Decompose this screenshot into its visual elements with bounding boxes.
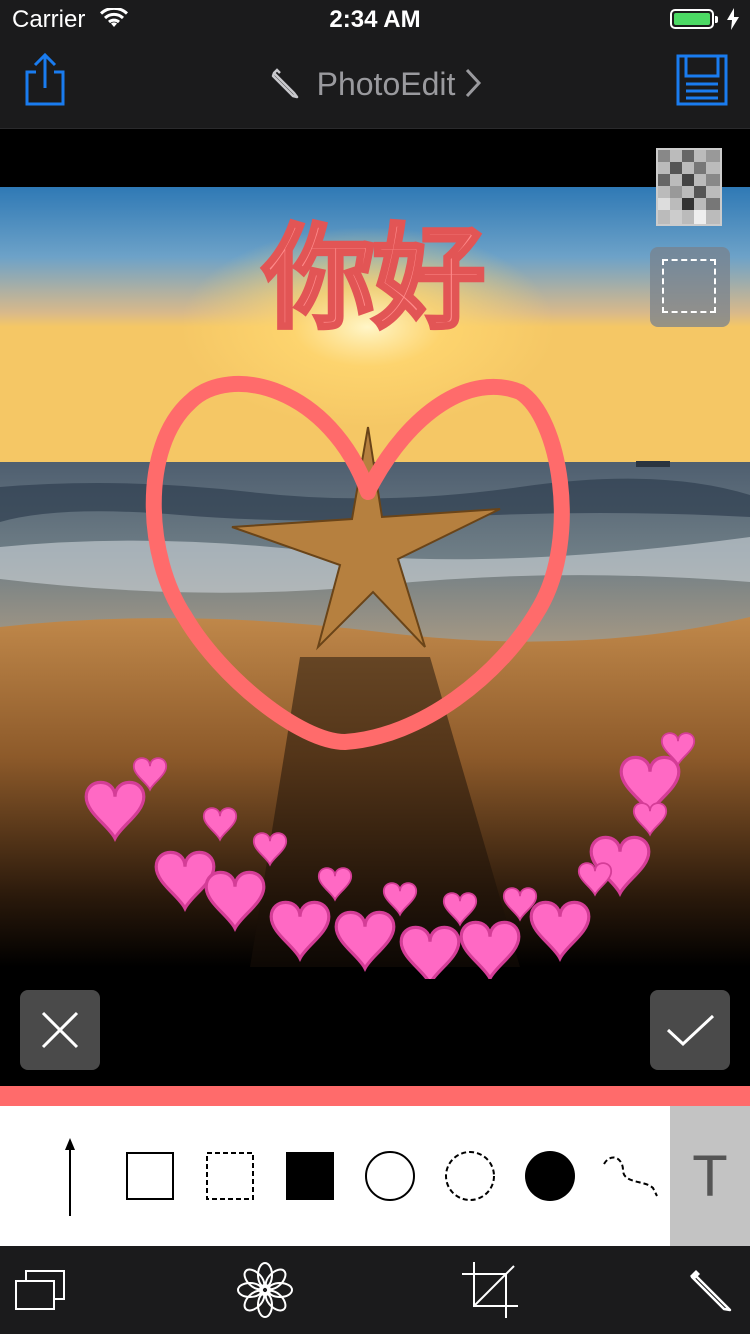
layers-icon [15,1270,65,1310]
circle-tool[interactable] [360,1106,420,1246]
drawing-tools-bar: T [0,1106,750,1246]
text-annotation[interactable]: 你好 [238,217,508,341]
crop-icon [462,1262,518,1318]
cancel-button[interactable] [20,990,100,1070]
circle-icon [365,1151,415,1201]
pink-heart-sticker [84,732,696,979]
chevron-right-icon [466,68,482,98]
heart-sticker-garland[interactable] [70,709,710,979]
tab-draw[interactable] [670,1246,750,1334]
freehand-curve-icon [603,1156,658,1197]
clock: 2:34 AM [329,6,421,33]
rectangle-tool[interactable] [120,1106,180,1246]
filled-rectangle-icon [286,1152,334,1200]
battery-icon [670,9,718,29]
photo-canvas[interactable]: 你好 [0,129,750,1086]
close-icon [41,1011,79,1049]
mosaic-tool-button[interactable] [656,148,722,226]
filter-flower-icon [237,1262,293,1318]
tab-filters[interactable] [225,1246,305,1334]
mosaic-icon [658,150,720,224]
confirm-button[interactable] [650,990,730,1070]
freehand-tool[interactable] [600,1106,660,1246]
tab-crop[interactable] [450,1246,530,1334]
pencil-edit-icon [690,1270,732,1312]
arrow-icon [65,1138,75,1216]
dashed-rectangle-icon [206,1152,254,1200]
bottom-tab-bar [0,1246,750,1334]
tab-layers[interactable] [0,1246,80,1334]
text-tool-label: T [692,1143,728,1209]
dashed-circle-icon [445,1151,495,1201]
pencil-icon [271,68,298,99]
checkmark-icon [666,1014,715,1047]
save-icon[interactable] [676,54,728,106]
selected-color-indicator[interactable] [0,1086,750,1106]
filled-rectangle-tool[interactable] [280,1106,340,1246]
dashed-circle-tool[interactable] [440,1106,500,1246]
arrow-tool[interactable] [40,1106,100,1246]
nav-title-button[interactable]: PhotoEdit [0,66,750,103]
app-title: PhotoEdit [316,66,456,102]
dashed-selection-icon [662,259,716,313]
dashed-rectangle-tool[interactable] [200,1106,260,1246]
rectangle-icon [126,1152,174,1200]
charging-bolt-icon [727,8,739,30]
text-tool[interactable]: T [670,1106,750,1246]
navigation-bar: PhotoEdit [0,40,750,129]
filled-circle-tool[interactable] [520,1106,580,1246]
filled-circle-icon [525,1151,575,1201]
status-bar: Carrier 2:34 AM [0,0,750,40]
selection-tool-button[interactable] [650,247,730,327]
